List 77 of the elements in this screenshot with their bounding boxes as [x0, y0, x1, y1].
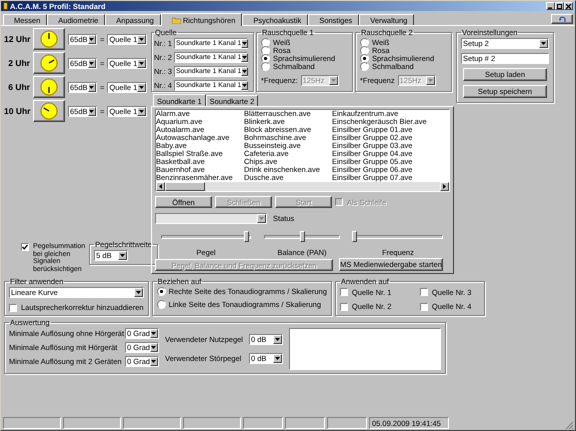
clock-button[interactable] [33, 76, 65, 98]
text-area[interactable] [289, 328, 441, 370]
maximize-icon [557, 4, 562, 8]
dropdown-arrow-icon [137, 82, 146, 92]
folder-icon [172, 16, 181, 24]
time-label: 10 Uhr [4, 106, 30, 116]
dropdown-arrow-icon [241, 81, 248, 90]
radio-button[interactable] [360, 54, 369, 62]
checkbox[interactable] [340, 302, 348, 311]
dropdown-arrow-icon [150, 343, 158, 352]
checkbox[interactable] [9, 304, 17, 312]
status-bar-panel [243, 417, 283, 429]
status-bar-panel [63, 417, 121, 429]
dropdown-arrow-icon [241, 53, 248, 62]
checkbox[interactable] [340, 288, 348, 296]
radio-button[interactable] [261, 46, 270, 54]
curved-arrow-icon [558, 16, 566, 22]
dropdown-arrow-icon [118, 251, 128, 260]
app-icon [3, 2, 8, 10]
dropdown-arrow-icon [241, 67, 248, 76]
minimize-button[interactable] [546, 2, 555, 10]
status-bar-panel [285, 417, 325, 429]
horizontal-scrollbar[interactable] [156, 182, 449, 191]
scrollbar-thumb[interactable] [165, 182, 205, 191]
dropdown-arrow-icon [273, 335, 282, 344]
clock-icon [40, 30, 58, 48]
radio-button[interactable] [360, 38, 369, 46]
radio-button[interactable] [360, 62, 369, 70]
clock-icon [40, 78, 58, 96]
checkbox[interactable] [420, 288, 428, 296]
dropdown-arrow-icon [241, 39, 248, 48]
dropdown-arrow-icon [134, 288, 143, 297]
status-dropdown[interactable] [155, 213, 267, 224]
close-icon [566, 4, 571, 8]
clock-button[interactable] [33, 52, 65, 74]
status-bar-panel [327, 417, 367, 429]
dropdown-arrow-icon [426, 76, 435, 85]
dropdown-arrow-icon [137, 106, 146, 116]
dropdown-arrow-icon [257, 214, 266, 223]
time-label: 6 Uhr [7, 82, 30, 92]
dropdown-arrow-icon [328, 76, 338, 85]
dropdown-arrow-icon [88, 82, 96, 92]
dropdown-arrow-icon [88, 106, 96, 116]
dropdown-arrow-icon [539, 39, 548, 48]
dropdown-arrow-icon [137, 58, 146, 68]
status-bar-panel [183, 417, 241, 429]
maximize-button[interactable] [555, 2, 564, 10]
radio-button[interactable] [156, 286, 166, 296]
right-arrow-icon [443, 184, 446, 189]
checkbox[interactable] [21, 243, 29, 251]
dropdown-arrow-icon [137, 34, 146, 44]
clock-icon [40, 54, 58, 72]
time-label: 2 Uhr [7, 58, 30, 68]
radio-button[interactable] [261, 38, 270, 46]
slider-thumb[interactable] [300, 231, 305, 242]
clock-button[interactable] [33, 100, 65, 122]
dropdown-arrow-icon [273, 354, 282, 363]
status-bar-panel [3, 417, 61, 429]
undo-button[interactable] [551, 14, 573, 24]
radio-button[interactable] [156, 300, 166, 308]
dropdown-arrow-icon [150, 329, 158, 338]
slider-thumb[interactable] [352, 231, 357, 242]
radio-button[interactable] [261, 54, 270, 62]
dropdown-arrow-icon [88, 34, 96, 44]
status-bar-panel [123, 417, 181, 429]
radio-button[interactable] [360, 46, 369, 54]
radio-button[interactable] [261, 62, 270, 70]
left-arrow-icon [159, 184, 162, 189]
slider-thumb[interactable] [244, 231, 249, 242]
close-button[interactable] [564, 2, 573, 10]
checkbox[interactable] [420, 302, 428, 311]
dropdown-arrow-icon [88, 58, 96, 68]
clock-button[interactable] [33, 28, 65, 50]
clock-icon [40, 102, 58, 120]
resize-grip-icon [565, 421, 573, 429]
time-label: 12 Uhr [4, 34, 30, 44]
dropdown-arrow-icon [150, 357, 158, 366]
